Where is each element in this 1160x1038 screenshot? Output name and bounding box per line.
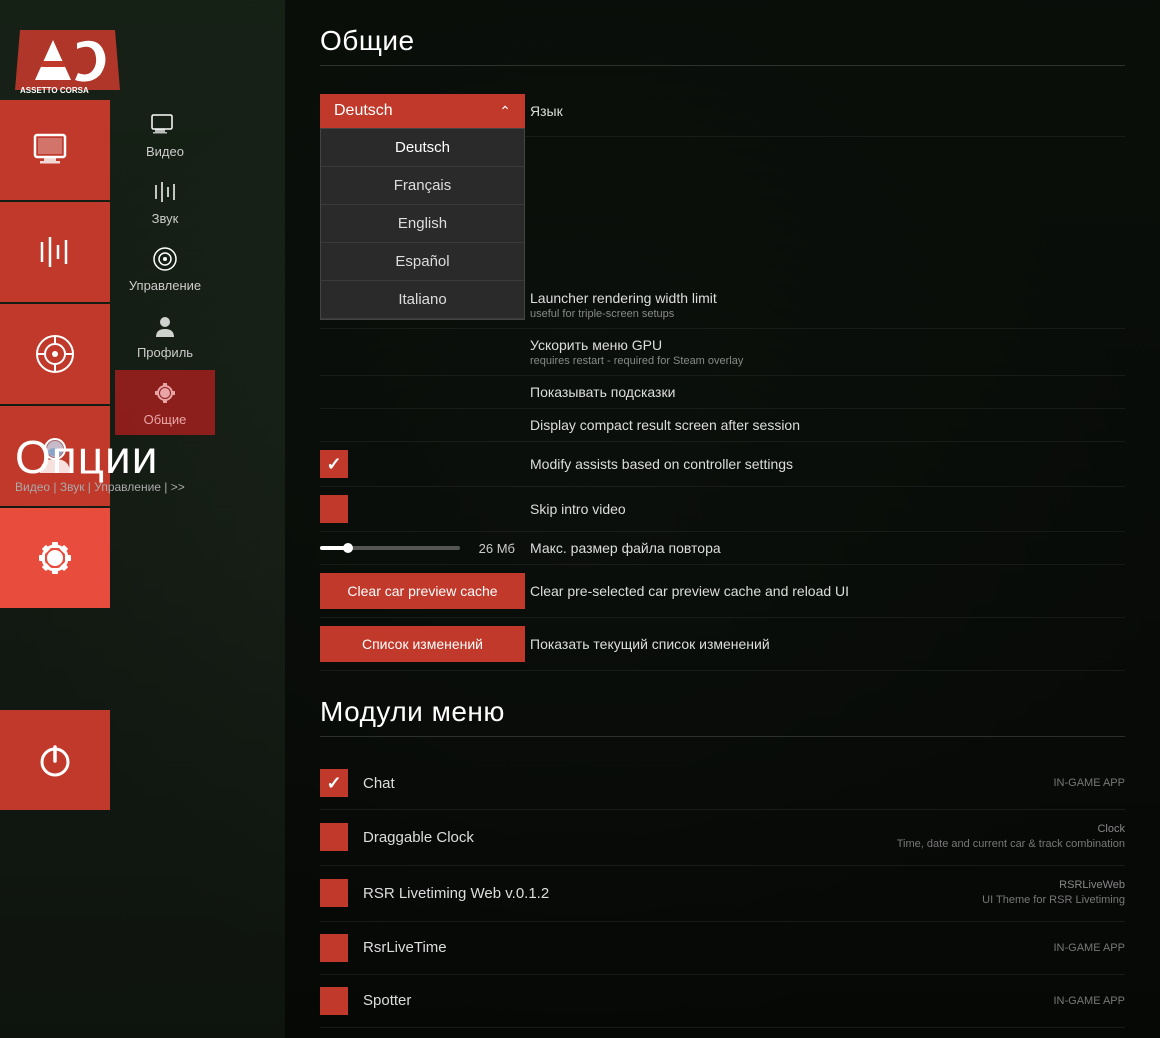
modules-section: Модули меню ChatIN-GAME APPDraggable Clo…	[320, 696, 1125, 1038]
launcher-rendering-label: Launcher rendering width limit useful fo…	[530, 290, 1125, 320]
changelog-control[interactable]: Список изменений	[320, 626, 530, 662]
assetto-corsa-logo: ASSETTO CORSA	[15, 25, 125, 95]
modify-assists-control	[320, 450, 530, 478]
changelog-row: Список изменений Показать текущий список…	[320, 618, 1125, 671]
modules-divider	[320, 736, 1125, 737]
clear-cache-row: Clear car preview cache Clear pre-select…	[320, 565, 1125, 618]
subnav-video-label: Видео	[146, 144, 184, 159]
show-hints-row: Показывать подсказки	[320, 376, 1125, 409]
skip-intro-row: Skip intro video	[320, 487, 1125, 532]
module-tag-1: ClockTime, date and current car & track …	[897, 822, 1125, 853]
options-title: Опции	[15, 430, 158, 484]
module-checkbox-1[interactable]	[320, 823, 348, 851]
show-hints-label: Показывать подсказки	[530, 384, 1125, 400]
changelog-button[interactable]: Список изменений	[320, 626, 525, 662]
compact-result-row: Display compact result screen after sess…	[320, 409, 1125, 442]
language-current: Deutsch	[334, 102, 393, 120]
subnav-audio[interactable]: Звук	[115, 169, 215, 234]
subnav-general[interactable]: Общие	[115, 370, 215, 435]
nav-controls-button[interactable]	[0, 304, 110, 404]
sub-nav: Видео Звук Управление Профиль Общие	[115, 102, 215, 435]
module-checkbox-0[interactable]	[320, 769, 348, 797]
module-row: Draggable ClockClockTime, date and curre…	[320, 810, 1125, 866]
modify-assists-row: Modify assists based on controller setti…	[320, 442, 1125, 487]
lang-option-italiano[interactable]: Italiano	[321, 281, 524, 319]
max-replay-row: 26 Мб Макс. размер файла повтора	[320, 532, 1125, 565]
module-tag-4: IN-GAME APP	[1053, 995, 1125, 1007]
nav-power-button[interactable]	[0, 710, 110, 810]
subnav-general-label: Общие	[144, 412, 187, 427]
max-replay-label: Макс. размер файла повтора	[530, 540, 1125, 556]
lang-option-espanol[interactable]: Español	[321, 243, 524, 281]
changelog-label: Показать текущий список изменений	[530, 636, 1125, 652]
language-dropdown-container[interactable]: Deutsch ⌃ Deutsch Français English Españ…	[320, 94, 530, 128]
modify-assists-label: Modify assists based on controller setti…	[530, 456, 1125, 472]
max-replay-control[interactable]: 26 Мб	[320, 541, 530, 556]
subnav-controls-label: Управление	[129, 278, 201, 293]
subnav-profile-label: Профиль	[137, 345, 193, 360]
replay-slider-thumb[interactable]	[343, 543, 353, 553]
module-checkbox-3[interactable]	[320, 934, 348, 962]
module-row: RsrLiveTimeIN-GAME APP	[320, 922, 1125, 975]
module-tag-0: IN-GAME APP	[1053, 777, 1125, 789]
modify-assists-checkbox[interactable]	[320, 450, 348, 478]
module-name-3: RsrLiveTime	[363, 939, 1053, 956]
module-tag-3: IN-GAME APP	[1053, 942, 1125, 954]
module-checkbox-2[interactable]	[320, 879, 348, 907]
module-row: f12014hudIN-GAME APP	[320, 1028, 1125, 1038]
replay-slider-track[interactable]	[320, 546, 460, 550]
subnav-profile[interactable]: Профиль	[115, 303, 215, 368]
module-name-0: Chat	[363, 775, 1053, 792]
general-title: Общие	[320, 25, 1125, 57]
general-divider	[320, 65, 1125, 66]
skip-intro-label: Skip intro video	[530, 501, 1125, 517]
module-name-4: Spotter	[363, 992, 1053, 1009]
gpu-menu-row: Ускорить меню GPU requires restart - req…	[320, 329, 1125, 376]
module-checkbox-4[interactable]	[320, 987, 348, 1015]
general-section: Общие Deutsch ⌃ Deutsch Français	[320, 25, 1125, 671]
nav-video-button[interactable]	[0, 100, 110, 200]
logo-area: ASSETTO CORSA	[0, 0, 285, 110]
module-name-1: Draggable Clock	[363, 829, 897, 846]
options-breadcrumb: Видео | Звук | Управление | >>	[15, 480, 185, 494]
subnav-audio-label: Звук	[152, 211, 179, 226]
main-content: Общие Deutsch ⌃ Deutsch Français	[285, 0, 1160, 1038]
subnav-video[interactable]: Видео	[115, 102, 215, 167]
lang-option-deutsch[interactable]: Deutsch	[321, 129, 524, 167]
lang-option-francais[interactable]: Français	[321, 167, 524, 205]
compact-result-label: Display compact result screen after sess…	[530, 417, 1125, 433]
chevron-up-icon: ⌃	[499, 103, 511, 120]
modules-list: ChatIN-GAME APPDraggable ClockClockTime,…	[320, 757, 1125, 1038]
language-dropdown[interactable]: Deutsch ⌃	[320, 94, 525, 128]
replay-slider-value: 26 Мб	[470, 541, 515, 556]
skip-intro-control	[320, 495, 530, 523]
module-row: RSR Livetiming Web v.0.1.2RSRLiveWebUI T…	[320, 866, 1125, 922]
nav-general-button[interactable]	[0, 508, 110, 608]
language-dropdown-list[interactable]: Deutsch Français English Español Italian…	[320, 128, 525, 320]
module-row: SpotterIN-GAME APP	[320, 975, 1125, 1028]
module-row: ChatIN-GAME APP	[320, 757, 1125, 810]
lang-option-english[interactable]: English	[321, 205, 524, 243]
subnav-controls[interactable]: Управление	[115, 236, 215, 301]
left-panel: ASSETTO CORSA	[0, 0, 285, 1038]
svg-text:ASSETTO CORSA: ASSETTO CORSA	[20, 86, 89, 95]
modules-title: Модули меню	[320, 696, 1125, 728]
skip-intro-checkbox[interactable]	[320, 495, 348, 523]
gpu-menu-label: Ускорить меню GPU requires restart - req…	[530, 337, 1125, 367]
nav-audio-button[interactable]	[0, 202, 110, 302]
language-label: Язык	[530, 103, 1125, 119]
clear-cache-label: Clear pre-selected car preview cache and…	[530, 583, 1125, 599]
clear-cache-button[interactable]: Clear car preview cache	[320, 573, 525, 609]
module-tag-2: RSRLiveWebUI Theme for RSR Livetiming	[982, 878, 1125, 909]
module-name-2: RSR Livetiming Web v.0.1.2	[363, 885, 982, 902]
replay-slider-container[interactable]: 26 Мб	[320, 541, 515, 556]
language-row: Deutsch ⌃ Deutsch Français English Españ…	[320, 86, 1125, 137]
clear-cache-control[interactable]: Clear car preview cache	[320, 573, 530, 609]
